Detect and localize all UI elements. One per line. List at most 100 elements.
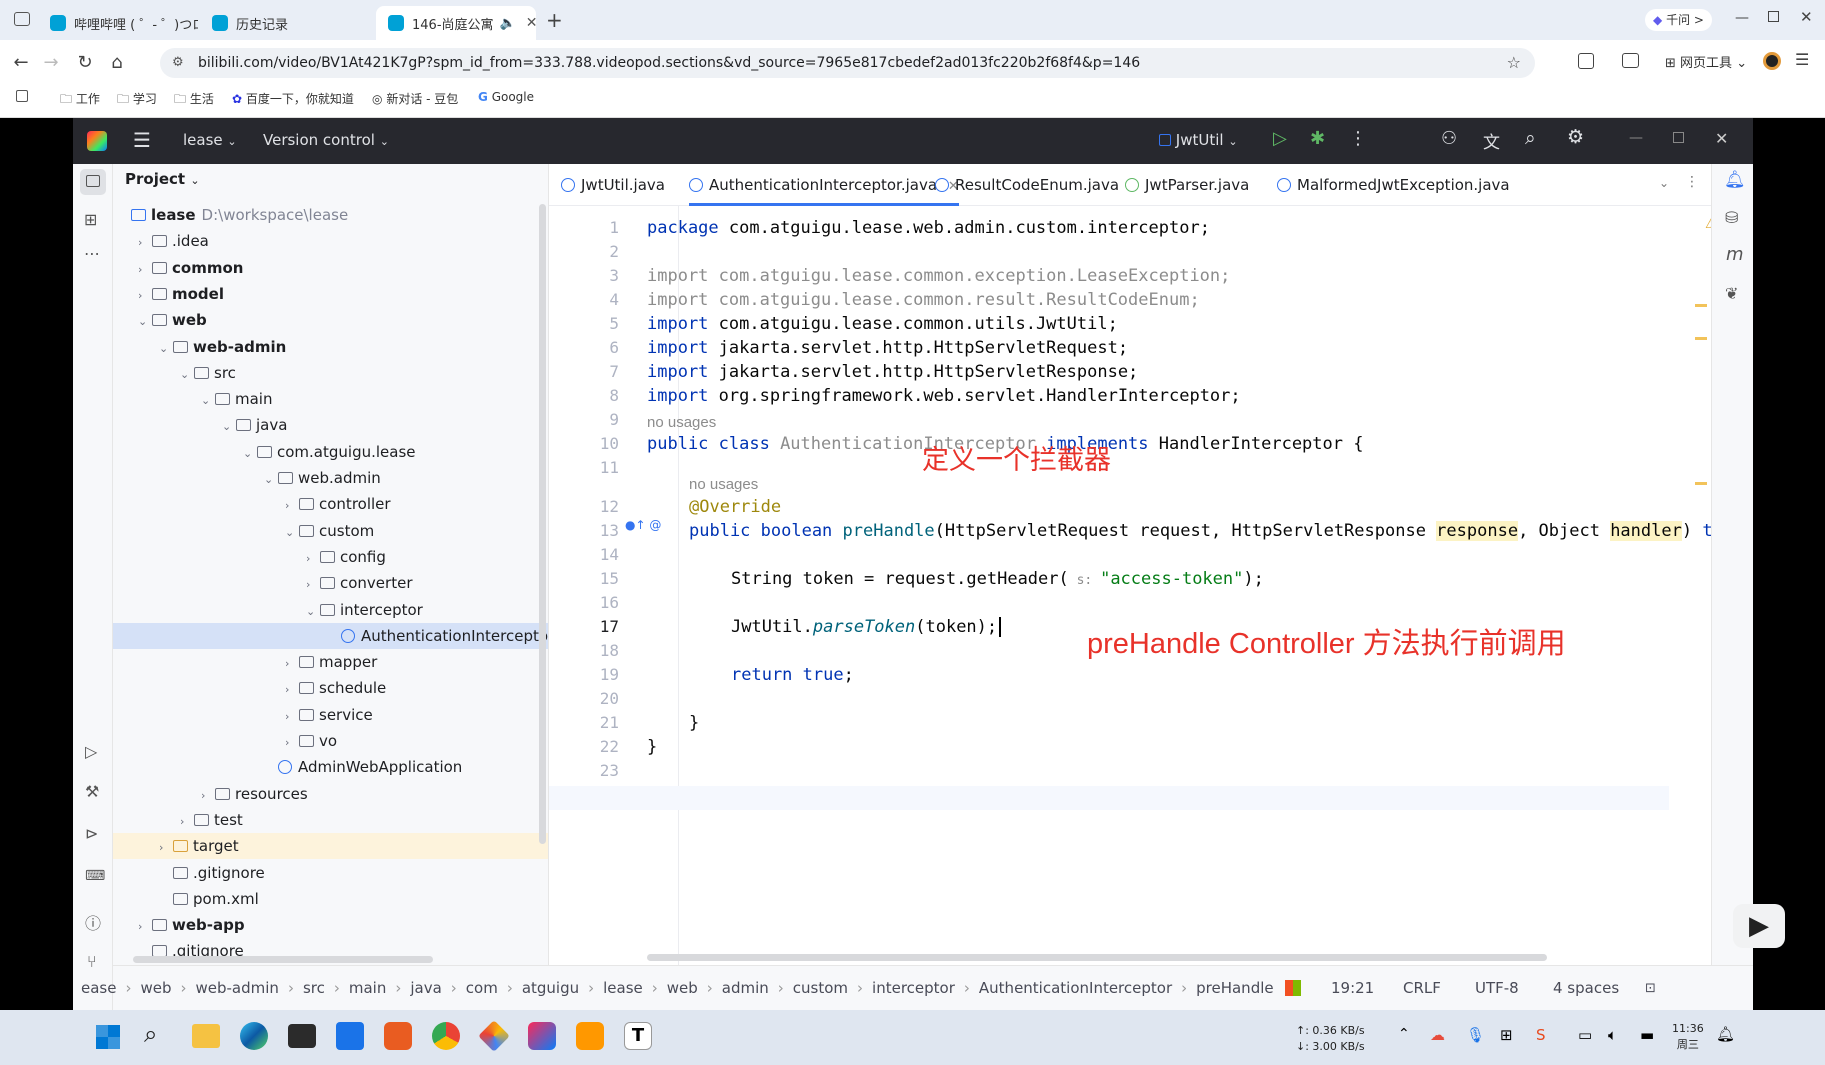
tray-s-icon[interactable]: S bbox=[1536, 1026, 1546, 1044]
no-usages-hint[interactable]: no usages bbox=[647, 414, 716, 431]
app-colorful-icon[interactable] bbox=[478, 1020, 510, 1052]
tree-item[interactable]: › config bbox=[113, 544, 548, 570]
ide-minimize-icon[interactable]: — bbox=[1629, 130, 1643, 146]
close-window-icon[interactable]: ✕ bbox=[1800, 8, 1813, 26]
screenshot-icon[interactable] bbox=[1622, 53, 1639, 68]
search-icon[interactable]: ⌕ bbox=[1525, 127, 1536, 149]
app-orange-icon[interactable] bbox=[384, 1022, 412, 1050]
leaf-icon[interactable]: ❦ bbox=[1725, 284, 1738, 303]
close-tab-icon[interactable]: ✕ bbox=[526, 15, 536, 31]
problems-icon[interactable]: ⓘ bbox=[85, 910, 101, 934]
tree-item[interactable]: ⌄ web bbox=[113, 307, 548, 335]
bookmark-baidu[interactable]: ✿ 百度一下，你就知道 bbox=[232, 90, 354, 107]
expand-arrow-icon[interactable]: › bbox=[285, 677, 299, 703]
editor-tab-jwtparser[interactable]: JwtParser.java bbox=[1125, 164, 1249, 206]
bookmark-life[interactable]: 🗀 生活 bbox=[174, 90, 214, 111]
bookmark-star-icon[interactable]: ☆ bbox=[1507, 48, 1521, 78]
expand-arrow-icon[interactable]: › bbox=[201, 783, 215, 809]
code-with-me-icon[interactable]: ⚇ bbox=[1441, 128, 1457, 149]
tree-item[interactable]: lease D:\workspace\lease bbox=[113, 202, 548, 228]
tree-item[interactable]: › converter bbox=[113, 570, 548, 596]
project-switcher[interactable]: lease ⌄ bbox=[183, 131, 237, 149]
more-tools-icon[interactable]: ⋯ bbox=[84, 244, 100, 263]
tree-item[interactable]: AuthenticationInterceptor bbox=[113, 622, 548, 649]
tray-app-icon[interactable]: ☁ bbox=[1430, 1026, 1445, 1044]
expand-arrow-icon[interactable]: ⌄ bbox=[243, 441, 257, 467]
web-tools-button[interactable]: ⊞ 网页工具 ⌄ bbox=[1665, 52, 1747, 71]
tree-item[interactable]: ⌄ web-admin bbox=[113, 334, 548, 362]
build-icon[interactable]: ⚒ bbox=[85, 782, 99, 801]
notifications-icon[interactable]: 🔔︎ bbox=[1724, 170, 1746, 190]
settings-icon[interactable]: ⚙ bbox=[1567, 126, 1584, 148]
breadcrumb-item[interactable]: com bbox=[466, 966, 498, 1011]
tree-item[interactable]: ⌄ interceptor bbox=[113, 597, 548, 625]
qianwen-button[interactable]: ◆ 千问 > bbox=[1645, 9, 1712, 31]
reload-icon[interactable]: ↻ bbox=[72, 50, 98, 76]
bookmark-apps-icon[interactable] bbox=[16, 90, 28, 102]
breadcrumb-item[interactable]: web-admin bbox=[196, 966, 279, 1011]
run-config-selector[interactable]: JwtUtil ⌄ bbox=[1159, 131, 1238, 149]
expand-arrow-icon[interactable]: › bbox=[285, 704, 299, 730]
breadcrumb-item[interactable]: ease bbox=[81, 966, 116, 1011]
video-play-button[interactable]: ▶ bbox=[1733, 904, 1785, 948]
tree-item[interactable]: › resources bbox=[113, 781, 548, 809]
address-bar[interactable]: ⚙ bilibili.com/video/BV1At421K7gP?spm_id_… bbox=[160, 48, 1535, 78]
translate-icon[interactable]: 文 bbox=[1483, 128, 1500, 153]
sublime-icon[interactable] bbox=[576, 1022, 604, 1050]
expand-arrow-icon[interactable]: ⌄ bbox=[138, 309, 152, 335]
more-actions-icon[interactable]: ⋮ bbox=[1349, 128, 1367, 149]
volume-icon[interactable]: 🔈︎ bbox=[1608, 1026, 1617, 1044]
more-menu-icon[interactable]: ☰ bbox=[1795, 50, 1809, 69]
bookmark-google[interactable]: G Google bbox=[478, 90, 534, 104]
expand-arrow-icon[interactable]: › bbox=[285, 730, 299, 756]
expand-arrow-icon[interactable]: ⌄ bbox=[159, 336, 173, 362]
battery-icon[interactable]: ▬ bbox=[1640, 1026, 1654, 1044]
tree-item[interactable]: ⌄ web.admin bbox=[113, 465, 548, 491]
tree-item[interactable]: ⌄ src bbox=[113, 360, 548, 386]
main-menu-icon[interactable]: ☰ bbox=[133, 128, 151, 152]
tree-item[interactable]: ⌄ java bbox=[113, 412, 548, 440]
tabs-overflow-icon[interactable]: ⌄ bbox=[1659, 176, 1669, 190]
tree-item[interactable]: AdminWebApplication bbox=[113, 754, 548, 780]
tree-item[interactable]: ⌄ main bbox=[113, 386, 548, 412]
tree-item[interactable]: ⌄ com.atguigu.lease bbox=[113, 439, 548, 467]
tree-item[interactable]: › common bbox=[113, 255, 548, 281]
breadcrumb-item[interactable]: preHandle bbox=[1196, 966, 1273, 1011]
breadcrumb-item[interactable]: interceptor bbox=[872, 966, 955, 1011]
project-tool-icon[interactable] bbox=[80, 169, 106, 195]
bookmark-work[interactable]: 🗀 工作 bbox=[60, 90, 100, 111]
line-separator[interactable]: CRLF bbox=[1403, 966, 1441, 1011]
debug-icon[interactable]: ✱ bbox=[1310, 128, 1325, 149]
editor-tab-malformedjwt[interactable]: MalformedJwtException.java bbox=[1277, 164, 1510, 206]
tree-item[interactable]: › controller bbox=[113, 491, 548, 517]
extensions-icon[interactable] bbox=[1578, 53, 1594, 69]
breadcrumb-item[interactable]: java bbox=[410, 966, 441, 1011]
browser-tab-history[interactable]: 历史记录 bbox=[200, 6, 375, 40]
expand-arrow-icon[interactable]: ⌄ bbox=[222, 414, 236, 440]
file-encoding[interactable]: UTF-8 bbox=[1475, 966, 1519, 1011]
expand-arrow-icon[interactable]: ⌄ bbox=[285, 520, 299, 546]
chrome-icon[interactable] bbox=[432, 1022, 460, 1050]
services-icon[interactable]: ⊳ bbox=[85, 824, 98, 843]
bookmark-doubao[interactable]: ◎ 新对话 - 豆包 bbox=[372, 90, 458, 107]
back-icon[interactable]: ← bbox=[8, 50, 34, 76]
tray-grid-icon[interactable]: ⊞ bbox=[1500, 1026, 1513, 1044]
database-icon[interactable]: ⛁ bbox=[1725, 208, 1738, 227]
speaker-icon[interactable]: 🔈 bbox=[500, 16, 516, 31]
indent-setting[interactable]: 4 spaces bbox=[1553, 966, 1619, 1011]
maximize-window-icon[interactable] bbox=[1768, 11, 1779, 22]
search-icon[interactable]: ⌕ bbox=[144, 1020, 157, 1048]
no-usages-hint[interactable]: no usages bbox=[689, 476, 758, 493]
expand-arrow-icon[interactable]: › bbox=[138, 230, 152, 256]
clock[interactable]: 11:36 周三 bbox=[1672, 1021, 1704, 1053]
maven-icon[interactable]: m bbox=[1726, 244, 1744, 265]
tree-item[interactable]: › schedule bbox=[113, 675, 548, 703]
minimize-window-icon[interactable]: — bbox=[1735, 10, 1749, 26]
browser-tab-bilibili[interactable]: 哔哩哔哩 ( ゜- ゜)つロ bbox=[38, 6, 198, 40]
editor-tab-jwtutil[interactable]: JwtUtil.java bbox=[561, 164, 665, 206]
expand-arrow-icon[interactable]: ⌄ bbox=[306, 599, 320, 625]
breadcrumb-item[interactable]: src bbox=[303, 966, 325, 1011]
run-icon[interactable]: ▷ bbox=[1273, 128, 1287, 149]
forward-icon[interactable]: → bbox=[38, 50, 64, 76]
expand-arrow-icon[interactable]: › bbox=[285, 651, 299, 677]
